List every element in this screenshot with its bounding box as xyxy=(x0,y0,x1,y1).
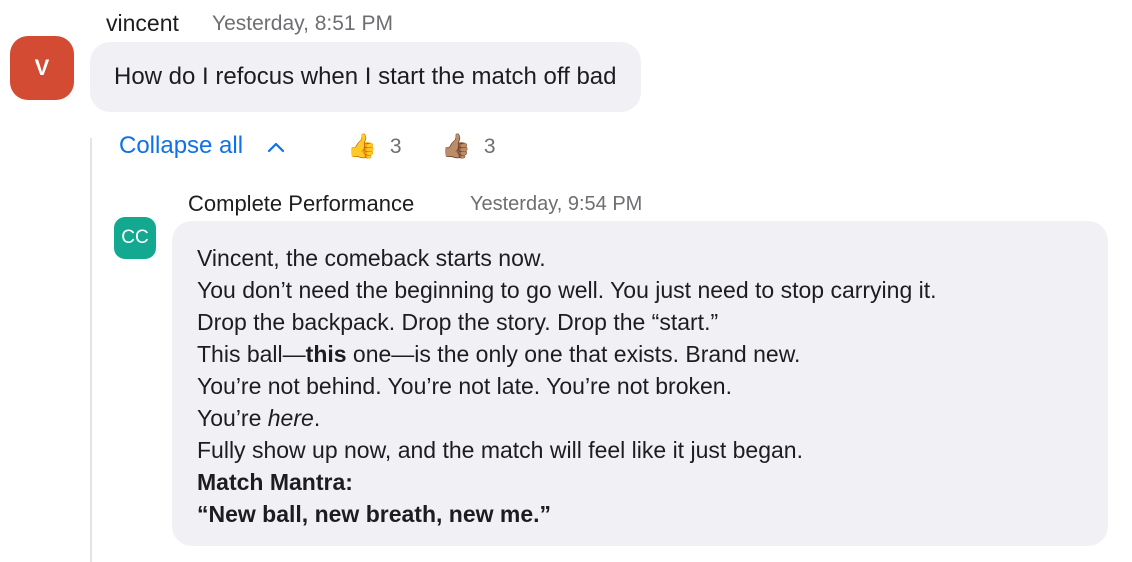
avatar-initial: V xyxy=(34,55,50,80)
reply-italic: here xyxy=(267,405,314,431)
thumbs-up-icon: 👍 xyxy=(347,133,377,160)
thumbs-up-medium-skin-icon: 👍🏽 xyxy=(441,133,471,160)
collapse-all-label: Collapse all xyxy=(119,132,244,159)
chat-thread: V vincent Yesterday, 8:51 PM How do I re… xyxy=(0,0,1132,562)
reply-mantra-heading: Match Mantra: xyxy=(197,466,1083,498)
reaction-count: 3 xyxy=(483,135,496,158)
reply-text: one—is the only one that exists. Brand n… xyxy=(346,341,801,367)
message-author[interactable]: vincent xyxy=(106,10,179,37)
reaction-thumbs-up-medium-skin[interactable]: 👍🏽 3 xyxy=(441,132,496,162)
chevron-up-icon xyxy=(267,132,285,160)
reply-text: . xyxy=(313,405,321,431)
reply-text: You’re xyxy=(197,405,268,431)
collapse-all-button[interactable]: Collapse all xyxy=(119,132,285,160)
message-text: How do I refocus when I start the match … xyxy=(114,63,617,90)
reply-emphasis: this xyxy=(305,341,347,367)
reply-mantra: “New ball, new breath, new me.” xyxy=(197,498,1083,530)
reply-bold: “New ball, new breath, new me.” xyxy=(197,501,552,527)
reply-bubble[interactable]: Vincent, the comeback starts now. You do… xyxy=(172,221,1108,546)
message-bubble[interactable]: How do I refocus when I start the match … xyxy=(90,42,641,112)
thread-divider xyxy=(90,138,92,562)
reply-line: This ball—this one—is the only one that … xyxy=(197,338,1083,370)
reply-bold: Match Mantra: xyxy=(197,469,353,495)
reply-line: Drop the backpack. Drop the story. Drop … xyxy=(197,309,719,335)
reply-line: Fully show up now, and the match will fe… xyxy=(197,437,803,463)
reply-avatar[interactable]: CC xyxy=(114,217,156,259)
avatar-initials: CC xyxy=(121,227,149,248)
avatar[interactable]: V xyxy=(10,36,74,100)
reply-line: You don’t need the beginning to go well.… xyxy=(197,277,937,303)
reply-timestamp: Yesterday, 9:54 PM xyxy=(470,193,643,215)
message-timestamp: Yesterday, 8:51 PM xyxy=(212,12,393,35)
reaction-thumbs-up[interactable]: 👍 3 xyxy=(347,132,402,162)
reply-author[interactable]: Complete Performance xyxy=(188,191,414,217)
reply-line: You’re here. xyxy=(197,402,1083,434)
reply-text: This ball— xyxy=(197,341,306,367)
reply-line: Vincent, the comeback starts now. xyxy=(197,245,546,271)
reply-line: You’re not behind. You’re not late. You’… xyxy=(197,373,732,399)
reaction-count: 3 xyxy=(389,135,402,158)
